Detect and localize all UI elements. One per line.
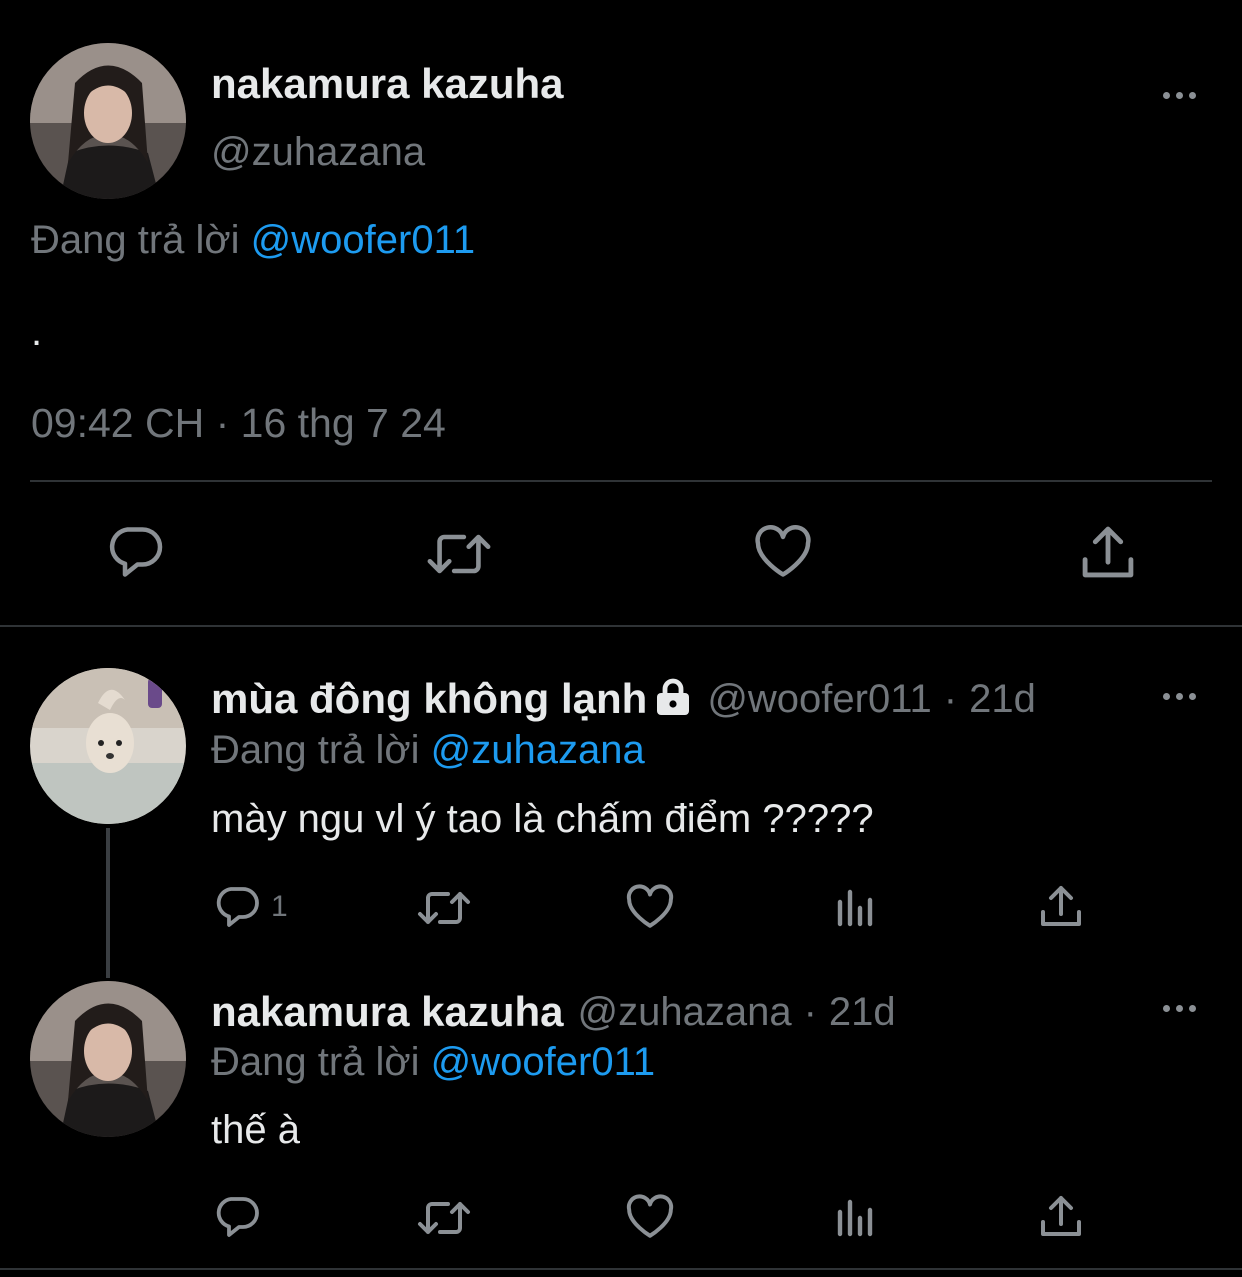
reply-to-link[interactable]: @zuhazana xyxy=(431,728,645,772)
reply-count: 1 xyxy=(271,890,288,923)
heart-icon[interactable] xyxy=(753,524,813,580)
reply-icon xyxy=(213,884,261,930)
reply-to-link[interactable]: @woofer011 xyxy=(431,1040,655,1084)
main-timestamp[interactable]: 09:42 CH · 16 thg 7 24 xyxy=(31,400,446,447)
reply-button[interactable]: 1 xyxy=(213,884,288,930)
reply-1-age[interactable]: 21d xyxy=(969,677,1036,722)
separator: · xyxy=(803,989,817,1034)
retweet-icon[interactable] xyxy=(416,1196,472,1240)
reply-prefix: Đang trả lời xyxy=(211,1040,420,1084)
reply-prefix: Đang trả lời xyxy=(211,728,420,772)
divider xyxy=(0,1268,1242,1270)
heart-icon[interactable] xyxy=(625,1194,675,1240)
more-icon[interactable] xyxy=(1159,998,1199,1018)
share-icon[interactable] xyxy=(1039,1194,1083,1238)
retweet-icon[interactable] xyxy=(416,886,472,930)
more-icon[interactable] xyxy=(1159,686,1199,706)
main-tweet-text: . xyxy=(31,310,43,354)
reply-2-header: nakamura kazuha @zuhazana · 21d xyxy=(211,988,896,1036)
reply-icon[interactable] xyxy=(105,524,165,580)
reply-icon[interactable] xyxy=(213,1194,261,1240)
reply-1-display-name[interactable]: mùa đông không lạnh xyxy=(211,675,647,723)
divider xyxy=(0,625,1242,627)
main-reply-context: Đang trả lời @woofer011 xyxy=(31,218,475,263)
share-icon[interactable] xyxy=(1080,524,1136,580)
reply-2-age[interactable]: 21d xyxy=(829,990,896,1035)
views-icon[interactable] xyxy=(834,1194,878,1238)
reply-2-context: Đang trả lời @woofer011 xyxy=(211,1040,655,1085)
lock-icon xyxy=(653,677,693,722)
avatar-main[interactable] xyxy=(30,43,186,199)
avatar-reply-1[interactable] xyxy=(30,668,186,824)
retweet-icon[interactable] xyxy=(425,526,493,582)
avatar-reply-2[interactable] xyxy=(30,981,186,1137)
reply-to-link[interactable]: @woofer011 xyxy=(251,218,475,262)
main-handle[interactable]: @zuhazana xyxy=(211,130,425,175)
reply-1-text: mày ngu vl ý tao là chấm điểm ????? xyxy=(211,797,874,841)
reply-1-handle[interactable]: @woofer011 xyxy=(707,677,931,722)
reply-2-text: thế à xyxy=(211,1108,300,1152)
divider xyxy=(30,480,1212,482)
views-icon[interactable] xyxy=(834,884,878,928)
share-icon[interactable] xyxy=(1039,884,1083,928)
reply-prefix: Đang trả lời xyxy=(31,218,240,262)
thread-line xyxy=(106,828,110,978)
reply-1-header: mùa đông không lạnh @woofer011 · 21d xyxy=(211,675,1036,723)
more-icon[interactable] xyxy=(1159,85,1199,105)
main-display-name[interactable]: nakamura kazuha xyxy=(211,60,564,108)
reply-2-display-name[interactable]: nakamura kazuha xyxy=(211,988,564,1036)
reply-1-context: Đang trả lời @zuhazana xyxy=(211,728,645,773)
reply-2-handle[interactable]: @zuhazana xyxy=(578,990,792,1035)
separator: · xyxy=(943,676,958,721)
heart-icon[interactable] xyxy=(625,884,675,930)
